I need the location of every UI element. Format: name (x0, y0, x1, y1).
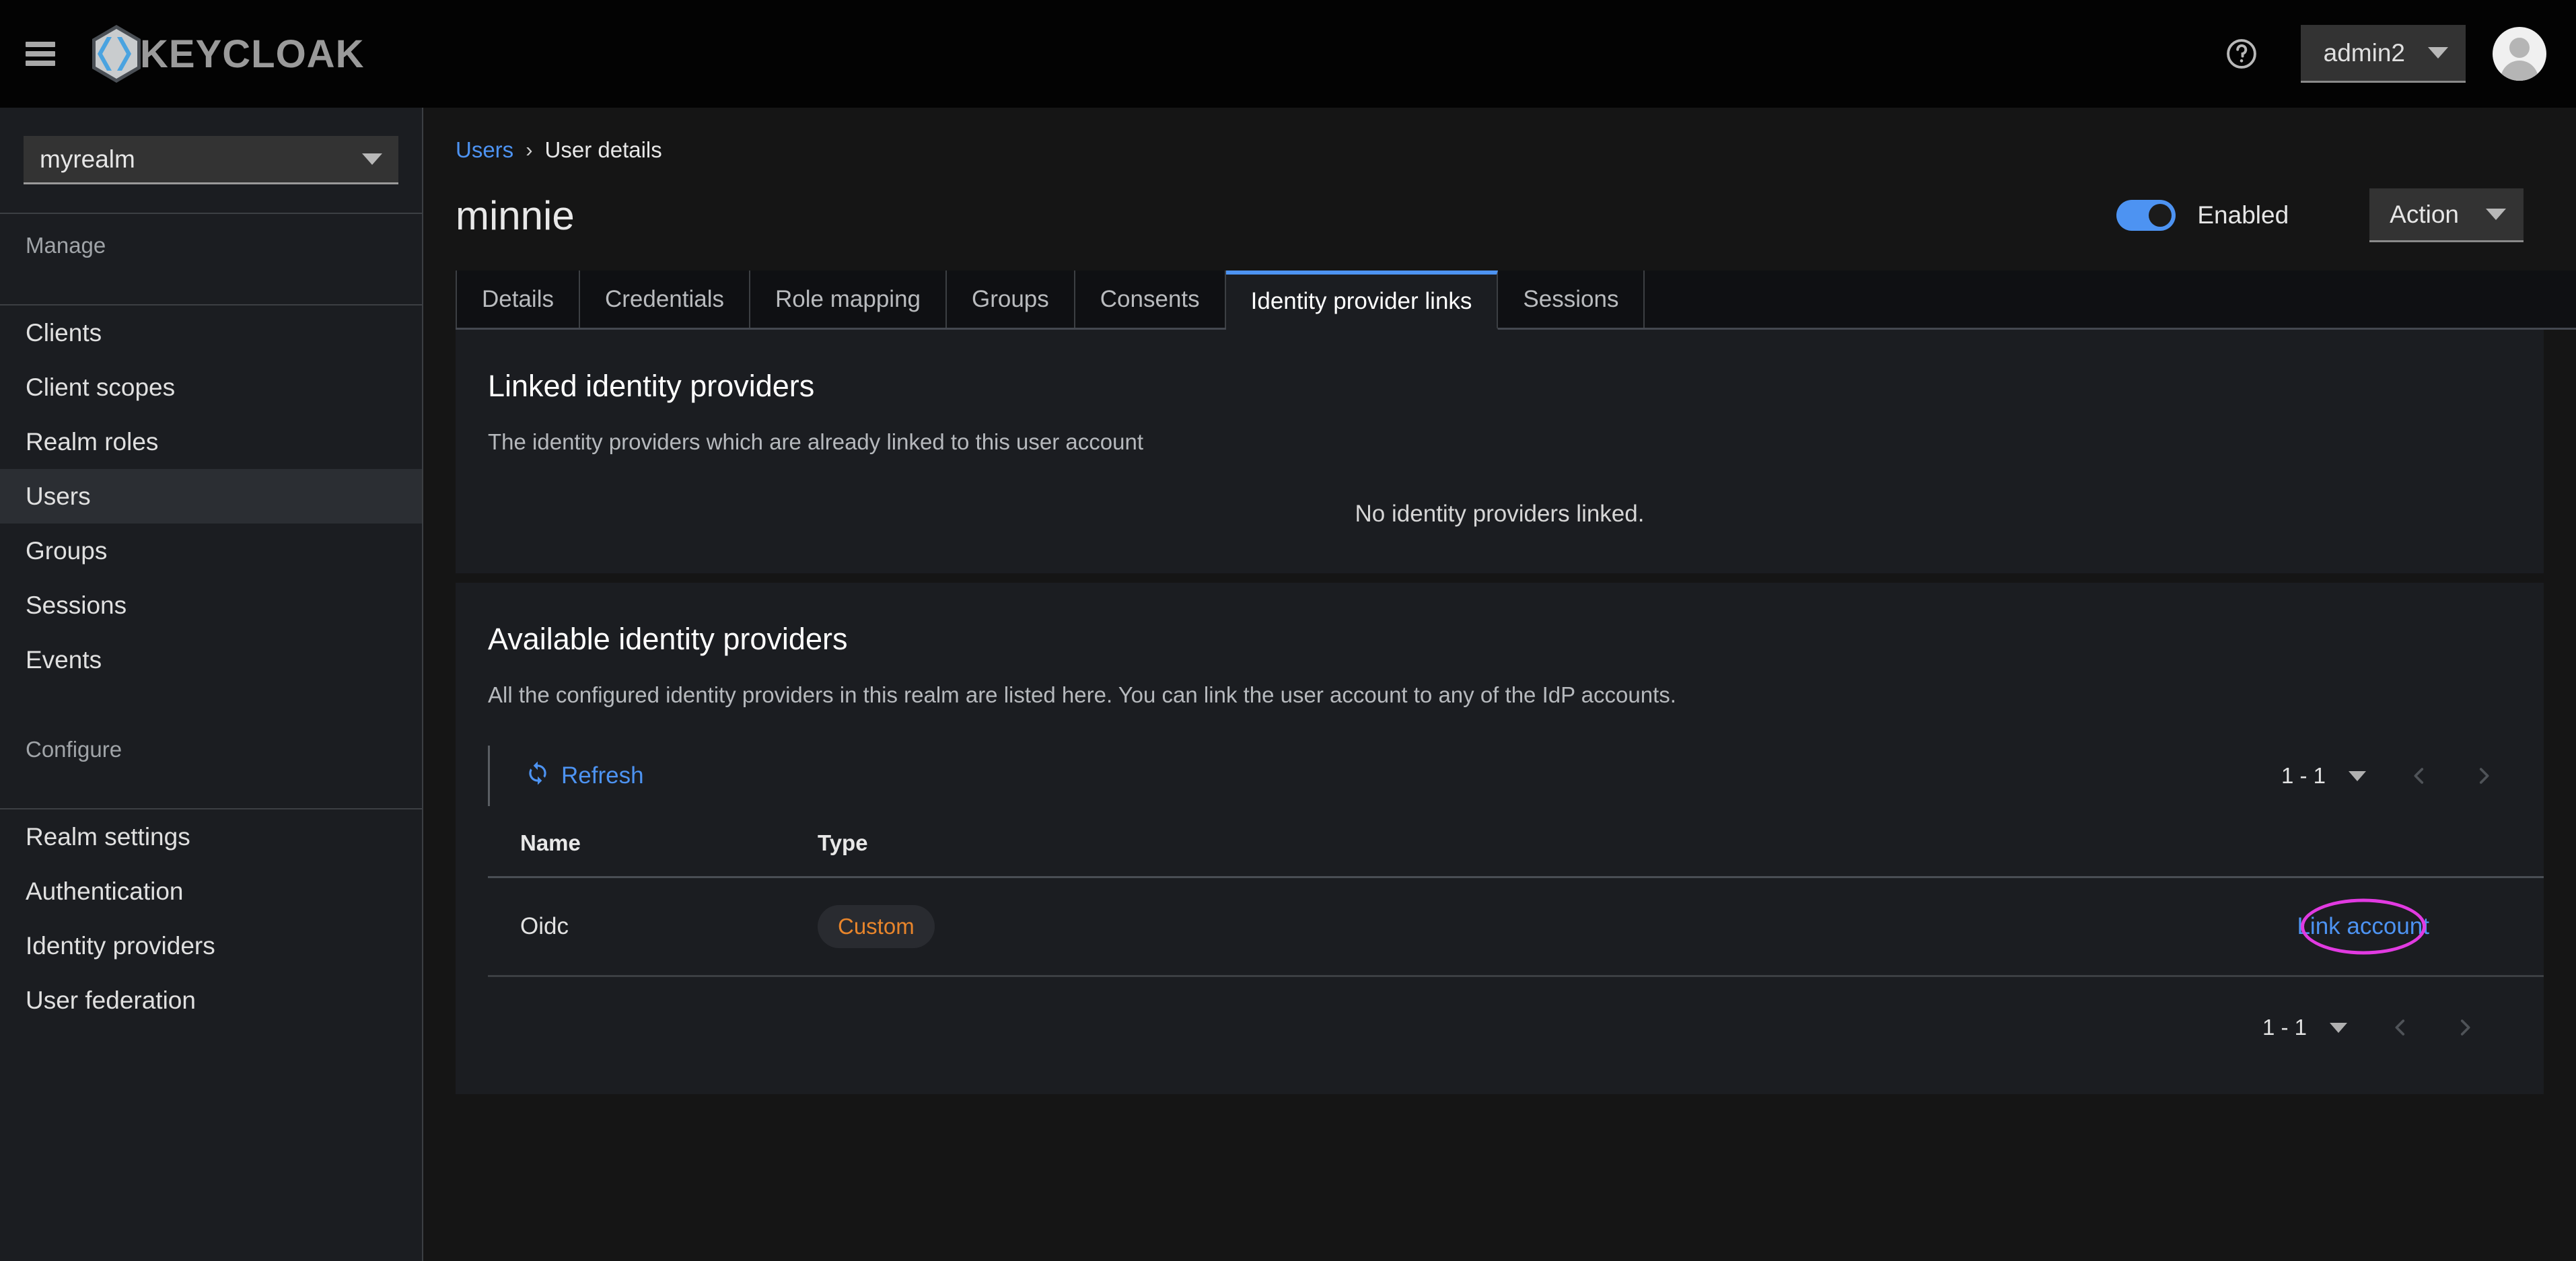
action-dropdown-label: Action (2390, 200, 2459, 228)
linked-card-title: Linked identity providers (488, 369, 815, 403)
user-menu-label: admin2 (2323, 38, 2405, 67)
sidebar-item-realm-roles[interactable]: Realm roles (0, 415, 422, 469)
table-row: Oidc Custom Link account (488, 877, 2544, 977)
brand-name: KEYCLOAK (140, 32, 365, 76)
nav-gap (0, 687, 422, 718)
tab-sessions[interactable]: Sessions (1498, 271, 1645, 328)
cell-provider-name: Oidc (488, 877, 818, 977)
table-header-row: Name Type (488, 806, 2544, 878)
available-card-description: All the configured identity providers in… (488, 682, 1676, 707)
brand-logo-link[interactable]: KEYCLOAK (85, 22, 364, 85)
chevron-right-icon: › (526, 138, 533, 161)
tab-role-mapping[interactable]: Role mapping (750, 271, 947, 328)
sidebar-item-client-scopes[interactable]: Client scopes (0, 360, 422, 415)
chevron-left-icon[interactable] (2408, 764, 2431, 787)
column-header-action (1558, 806, 2544, 878)
masthead-toolbar: admin2 (2223, 25, 2576, 83)
card-separator (423, 573, 2576, 583)
sidebar-item-authentication[interactable]: Authentication (0, 864, 422, 918)
linked-card-description: The identity providers which are already… (488, 429, 1143, 454)
realm-selector-wrap: myrealm (0, 108, 422, 184)
hamburger-icon[interactable] (26, 42, 55, 66)
column-header-name: Name (488, 806, 818, 878)
tab-bar-filler (1645, 271, 2576, 328)
sidebar-item-sessions[interactable]: Sessions (0, 578, 422, 633)
enabled-toggle[interactable] (2116, 200, 2176, 231)
available-identity-providers-card: Available identity providers All the con… (456, 583, 2544, 1094)
breadcrumb: Users › User details (456, 137, 2576, 163)
tab-groups[interactable]: Groups (947, 271, 1075, 328)
available-card-title: Available identity providers (488, 622, 848, 656)
breadcrumb-current: User details (544, 137, 662, 162)
status-badge: Custom (818, 905, 935, 948)
sidebar: myrealm Manage Clients Client scopes Rea… (0, 108, 423, 1261)
refresh-button[interactable]: Refresh (525, 760, 644, 792)
enabled-toggle-label: Enabled (2197, 201, 2289, 229)
user-menu-dropdown[interactable]: admin2 (2300, 25, 2466, 83)
chevron-down-icon[interactable] (2349, 770, 2366, 781)
sidebar-item-groups[interactable]: Groups (0, 524, 422, 578)
page-header: Users › User details minnie Enabled Acti… (423, 108, 2576, 242)
sidebar-item-clients[interactable]: Clients (0, 305, 422, 360)
chevron-down-icon (362, 153, 382, 165)
identity-providers-table: Name Type Oidc Custom Link account (488, 806, 2544, 977)
chevron-right-icon[interactable] (2472, 764, 2495, 787)
help-circle-icon[interactable] (2223, 35, 2260, 73)
sidebar-item-user-federation[interactable]: User federation (0, 973, 422, 1028)
link-account-button[interactable]: Link account (2297, 913, 2429, 939)
avatar[interactable] (2493, 27, 2546, 81)
main-content: Users › User details minnie Enabled Acti… (423, 108, 2576, 1261)
tab-details[interactable]: Details (456, 271, 580, 328)
sync-refresh-icon (525, 760, 550, 792)
table-toolbar: Refresh 1 - 1 (488, 746, 2544, 806)
sidebar-item-events[interactable]: Events (0, 633, 422, 687)
cell-provider-type: Custom (818, 877, 1558, 977)
cell-provider-action: Link account (1558, 877, 2544, 977)
sidebar-item-users[interactable]: Users (0, 469, 422, 524)
nav-section-manage-title: Manage (26, 233, 106, 258)
top-pagination-range: 1 - 1 (2281, 763, 2326, 788)
refresh-label: Refresh (561, 762, 644, 789)
nav-section-configure-title: Configure (26, 737, 122, 762)
bottom-pagination-range: 1 - 1 (2262, 1015, 2307, 1040)
chevron-down-icon (2486, 209, 2506, 220)
chevron-down-icon (2428, 47, 2448, 59)
tab-identity-provider-links[interactable]: Identity provider links (1225, 271, 1499, 330)
realm-selector[interactable]: myrealm (24, 136, 398, 184)
breadcrumb-link-users[interactable]: Users (456, 137, 513, 163)
keycloak-logo-icon (85, 22, 148, 85)
sidebar-item-realm-settings[interactable]: Realm settings (0, 809, 422, 864)
chevron-down-icon[interactable] (2330, 1022, 2347, 1033)
linked-identity-providers-card: Linked identity providers The identity p… (456, 330, 2544, 573)
realm-selector-label: myrealm (40, 145, 135, 173)
chevron-left-icon[interactable] (2389, 1016, 2412, 1039)
chevron-right-icon[interactable] (2454, 1016, 2476, 1039)
title-actions: Enabled Action (2116, 188, 2524, 242)
link-account-wrapper: Link account (2297, 898, 2429, 955)
sidebar-item-identity-providers[interactable]: Identity providers (0, 918, 422, 973)
linked-empty-message: No identity providers linked. (1355, 501, 1645, 527)
bottom-pagination: 1 - 1 (456, 977, 2544, 1040)
page-title: minnie (456, 192, 575, 238)
column-header-type: Type (818, 806, 1558, 878)
masthead: KEYCLOAK admin2 (0, 0, 2576, 108)
tab-credentials[interactable]: Credentials (579, 271, 751, 328)
tab-consents[interactable]: Consents (1075, 271, 1226, 328)
action-dropdown-button[interactable]: Action (2369, 188, 2524, 242)
tab-bar: Details Credentials Role mapping Groups … (456, 271, 2576, 330)
title-row: minnie Enabled Action (456, 188, 2576, 242)
top-pagination: 1 - 1 (2281, 763, 2544, 789)
